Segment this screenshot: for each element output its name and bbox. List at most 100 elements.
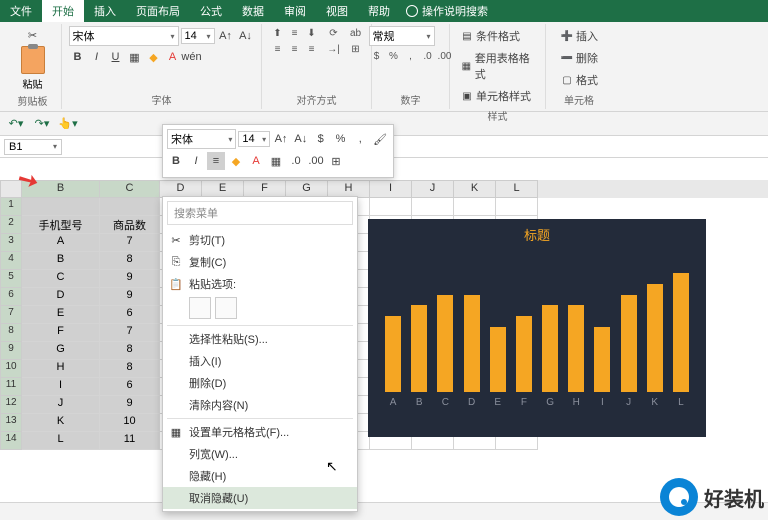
cell[interactable]: B (22, 252, 100, 270)
row-header[interactable]: 1 (0, 198, 22, 216)
tab-review[interactable]: 审阅 (274, 0, 316, 22)
tab-home[interactable]: 开始 (42, 0, 84, 22)
cell[interactable]: F (22, 324, 100, 342)
menu-delete[interactable]: 删除(D) (163, 372, 357, 394)
mini-comma-icon[interactable]: , (351, 130, 369, 148)
mini-font-combo[interactable]: 宋体▾ (167, 129, 236, 149)
row-header[interactable]: 13 (0, 414, 22, 432)
align-middle-icon[interactable]: ≡ (287, 26, 303, 40)
row-header[interactable]: 6 (0, 288, 22, 306)
row-header[interactable]: 14 (0, 432, 22, 450)
embedded-chart[interactable]: 标题 ABCDEFGHIJKL (368, 219, 706, 437)
paste-option-1[interactable] (189, 297, 211, 319)
wrap-text-button[interactable]: ab (348, 26, 364, 40)
align-left-icon[interactable]: ≡ (270, 42, 286, 56)
cell[interactable]: C (22, 270, 100, 288)
mini-percent-icon[interactable]: % (332, 130, 350, 148)
row-header[interactable]: 4 (0, 252, 22, 270)
font-name-combo[interactable]: 宋体▾ (69, 26, 179, 46)
conditional-format-button[interactable]: ▤条件格式 (456, 26, 539, 46)
row-header[interactable]: 11 (0, 378, 22, 396)
cut-icon[interactable]: ✂ (24, 26, 42, 44)
mini-currency-icon[interactable]: $ (312, 130, 330, 148)
menu-unhide[interactable]: 取消隐藏(U) (163, 487, 357, 509)
indent-icon[interactable]: →| (326, 42, 342, 56)
column-header[interactable]: L (496, 180, 538, 198)
menu-clear[interactable]: 清除内容(N) (163, 394, 357, 416)
comma-icon[interactable]: , (403, 49, 419, 63)
tab-help[interactable]: 帮助 (358, 0, 400, 22)
cell[interactable]: 10 (100, 414, 160, 432)
menu-column-width[interactable]: 列宽(W)... (163, 443, 357, 465)
phonetic-button[interactable]: wén (183, 48, 201, 66)
font-size-combo[interactable]: 14▾ (181, 28, 215, 44)
cell[interactable]: 商品数 (100, 216, 160, 234)
cell[interactable]: I (22, 378, 100, 396)
percent-icon[interactable]: % (386, 49, 402, 63)
column-header[interactable]: J (412, 180, 454, 198)
menu-paste-special[interactable]: 选择性粘贴(S)... (163, 328, 357, 350)
fill-color-button[interactable]: ◆ (145, 48, 163, 66)
number-format-combo[interactable]: 常规▾ (369, 26, 435, 46)
menu-insert[interactable]: 插入(I) (163, 350, 357, 372)
row-header[interactable]: 5 (0, 270, 22, 288)
cell[interactable]: E (22, 306, 100, 324)
mini-decrease-font-icon[interactable]: A↓ (292, 130, 310, 148)
column-headers[interactable]: BCDEFGHIJKL (0, 180, 768, 198)
font-color-button[interactable]: A (164, 48, 182, 66)
cell[interactable] (454, 198, 496, 216)
menu-format-cells[interactable]: ▦设置单元格格式(F)... (163, 421, 357, 443)
tab-view[interactable]: 视图 (316, 0, 358, 22)
touch-mode-button[interactable]: 👆▾ (58, 115, 78, 133)
cell[interactable]: 8 (100, 342, 160, 360)
row-header[interactable]: 10 (0, 360, 22, 378)
insert-cells-button[interactable]: ➕插入 (556, 26, 602, 46)
row-header[interactable]: 7 (0, 306, 22, 324)
cell[interactable]: D (22, 288, 100, 306)
column-header[interactable]: K (454, 180, 496, 198)
paste-button[interactable]: ✂ 粘贴 (21, 26, 45, 91)
cell[interactable]: 9 (100, 396, 160, 414)
cell[interactable]: 7 (100, 324, 160, 342)
mini-italic-button[interactable]: I (187, 152, 205, 170)
orientation-icon[interactable]: ⟳ (326, 26, 342, 40)
cell[interactable]: 11 (100, 432, 160, 450)
tab-file[interactable]: 文件 (0, 0, 42, 22)
align-right-icon[interactable]: ≡ (304, 42, 320, 56)
format-cells-button[interactable]: ▢格式 (556, 70, 602, 90)
bold-button[interactable]: B (69, 48, 87, 66)
menu-search-input[interactable]: 搜索菜单 (167, 201, 353, 225)
cell[interactable]: G (22, 342, 100, 360)
mini-decimal-dec-icon[interactable]: .00 (307, 152, 325, 170)
mini-decimal-inc-icon[interactable]: .0 (287, 152, 305, 170)
undo-button[interactable]: ↶▾ (6, 115, 26, 133)
mini-fill-color-button[interactable]: ◆ (227, 152, 245, 170)
column-header[interactable]: C (100, 180, 160, 198)
column-header[interactable]: I (370, 180, 412, 198)
italic-button[interactable]: I (88, 48, 106, 66)
tab-formula[interactable]: 公式 (190, 0, 232, 22)
cell[interactable]: 7 (100, 234, 160, 252)
cell[interactable]: K (22, 414, 100, 432)
delete-cells-button[interactable]: ➖删除 (556, 48, 602, 68)
mini-increase-font-icon[interactable]: A↑ (272, 130, 290, 148)
mini-merge-button[interactable]: ⊞ (327, 152, 345, 170)
align-center-icon[interactable]: ≡ (287, 42, 303, 56)
tab-insert[interactable]: 插入 (84, 0, 126, 22)
select-all-corner[interactable] (0, 180, 22, 198)
cell[interactable]: 8 (100, 360, 160, 378)
cell[interactable]: 6 (100, 306, 160, 324)
increase-decimal-icon[interactable]: .0 (420, 49, 436, 63)
increase-font-icon[interactable]: A↑ (217, 27, 235, 45)
cell[interactable] (370, 198, 412, 216)
row-header[interactable]: 9 (0, 342, 22, 360)
column-header[interactable]: B (22, 180, 100, 198)
align-top-icon[interactable]: ⬆ (270, 26, 286, 40)
mini-align-button[interactable]: ≡ (207, 152, 225, 170)
row-header[interactable]: 12 (0, 396, 22, 414)
name-box[interactable]: B1▾ (4, 139, 62, 155)
cell[interactable]: 8 (100, 252, 160, 270)
tell-me-search[interactable]: 操作说明搜索 (406, 3, 488, 19)
border-button[interactable]: ▦ (126, 48, 144, 66)
cell[interactable]: 6 (100, 378, 160, 396)
